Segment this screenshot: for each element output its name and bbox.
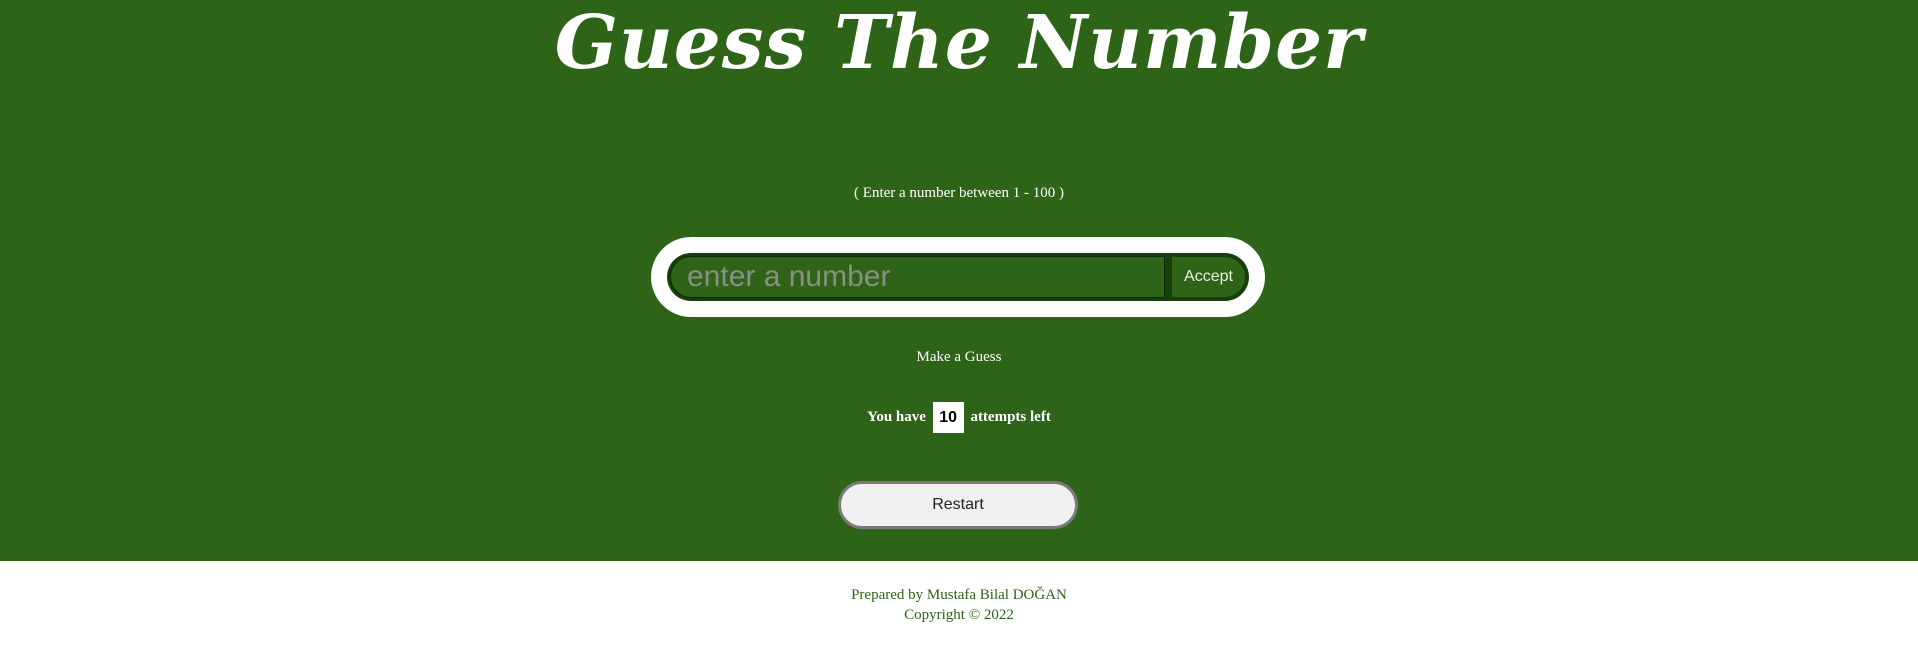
restart-button[interactable]: Restart bbox=[838, 481, 1078, 529]
attempts-status: You have 10 attempts left bbox=[0, 402, 1918, 434]
game-area: Guess The Number ( Enter a number betwee… bbox=[0, 0, 1918, 561]
attempts-count: 10 bbox=[932, 402, 964, 434]
footer-content: Prepared by Mustafa Bilal DOĞAN Copyrigh… bbox=[0, 561, 1918, 625]
guess-input-group: Accept bbox=[667, 253, 1249, 301]
footer: Prepared by Mustafa Bilal DOĞAN Copyrigh… bbox=[0, 561, 1918, 648]
footer-copyright: Copyright © 2022 bbox=[904, 607, 1014, 623]
attempts-suffix: attempts left bbox=[970, 409, 1051, 425]
guess-message: Make a Guess bbox=[916, 349, 1002, 365]
range-hint: ( Enter a number between 1 - 100 ) bbox=[854, 185, 1064, 201]
attempts-prefix: You have bbox=[867, 409, 926, 425]
page-title: Guess The Number bbox=[554, 0, 1364, 86]
guess-input[interactable] bbox=[670, 256, 1165, 298]
guess-form: Accept bbox=[651, 237, 1265, 317]
accept-button[interactable]: Accept bbox=[1172, 257, 1245, 297]
footer-author: Prepared by Mustafa Bilal DOĞAN bbox=[851, 587, 1067, 603]
page: Guess The Number ( Enter a number betwee… bbox=[0, 0, 1918, 648]
